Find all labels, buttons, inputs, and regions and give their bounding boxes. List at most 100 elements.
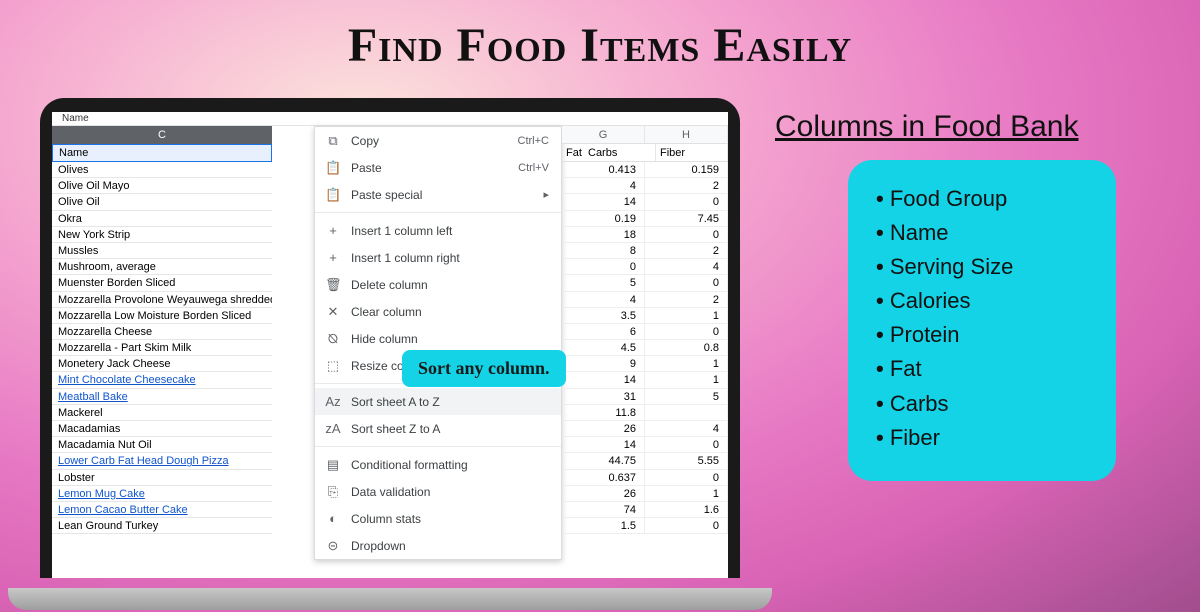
column-name-header[interactable]: Name xyxy=(52,144,272,162)
col-letter[interactable]: G xyxy=(562,126,645,143)
food-cell[interactable]: Lobster xyxy=(52,470,272,486)
numeric-row[interactable]: 4.50.8 xyxy=(562,340,728,356)
col-letter[interactable]: H xyxy=(645,126,728,143)
columns-card: Food GroupNameServing SizeCaloriesProtei… xyxy=(848,160,1116,481)
numeric-cell: 4 xyxy=(645,259,728,274)
numeric-row[interactable]: 741.6 xyxy=(562,502,728,518)
food-cell[interactable]: Lemon Mug Cake xyxy=(52,486,272,502)
numeric-cell: 4 xyxy=(645,421,728,436)
column-item: Fat xyxy=(876,352,1092,386)
numeric-row[interactable]: 91 xyxy=(562,356,728,372)
menu-item[interactable]: +Insert 1 column left xyxy=(315,217,561,244)
numeric-cell: 0 xyxy=(645,227,728,242)
food-cell[interactable]: Mozzarella - Part Skim Milk xyxy=(52,340,272,356)
sort-callout-bubble: Sort any column. xyxy=(402,350,566,387)
numeric-row[interactable]: 44.755.55 xyxy=(562,453,728,469)
menu-icon: 📋 xyxy=(325,187,341,203)
food-cell[interactable]: Olives xyxy=(52,162,272,178)
numeric-cell: 0 xyxy=(645,194,728,209)
menu-item[interactable]: ▤Conditional formatting xyxy=(315,451,561,478)
food-cell[interactable]: Okra xyxy=(52,211,272,227)
numeric-row[interactable]: 11.8 xyxy=(562,405,728,421)
menu-item[interactable]: ⦰Hide column xyxy=(315,325,561,352)
food-cell[interactable]: Olive Oil xyxy=(52,194,272,210)
food-cell[interactable]: Olive Oil Mayo xyxy=(52,178,272,194)
food-cell[interactable]: New York Strip xyxy=(52,227,272,243)
column-header-selected[interactable]: C xyxy=(52,126,272,144)
menu-item[interactable]: ◐Column stats xyxy=(315,505,561,532)
numeric-row[interactable]: 0.197.45 xyxy=(562,211,728,227)
context-menu: ⧉CopyCtrl+C📋PasteCtrl+V📋Paste special▸ +I… xyxy=(314,126,562,560)
laptop-mockup: Name C Name OlivesOlive Oil MayoOlive Oi… xyxy=(40,98,740,588)
numeric-row[interactable]: 0.6370 xyxy=(562,470,728,486)
numeric-cell: 6 xyxy=(562,324,645,339)
numeric-row[interactable]: 140 xyxy=(562,437,728,453)
numeric-row[interactable]: 180 xyxy=(562,227,728,243)
numeric-cell: 14 xyxy=(562,437,645,452)
column-item: Calories xyxy=(876,284,1092,318)
food-cell[interactable]: Mozzarella Low Moisture Borden Sliced xyxy=(52,308,272,324)
numeric-cell: 74 xyxy=(562,502,645,517)
numeric-cell: 0 xyxy=(645,518,728,533)
numeric-row[interactable]: 42 xyxy=(562,292,728,308)
food-cell[interactable]: Muenster Borden Sliced xyxy=(52,275,272,291)
numeric-row[interactable]: 140 xyxy=(562,194,728,210)
laptop-screen: Name C Name OlivesOlive Oil MayoOlive Oi… xyxy=(52,112,728,578)
menu-item[interactable]: ⊝Dropdown xyxy=(315,532,561,559)
menu-item[interactable]: ⎘Data validation xyxy=(315,478,561,505)
numeric-row[interactable]: 04 xyxy=(562,259,728,275)
food-cell[interactable]: Meatball Bake xyxy=(52,389,272,405)
numeric-cell: 18 xyxy=(562,227,645,242)
numeric-row[interactable]: 60 xyxy=(562,324,728,340)
food-cell[interactable]: Mint Chocolate Cheesecake xyxy=(52,372,272,388)
numeric-cell: 1.6 xyxy=(645,502,728,517)
numeric-cell xyxy=(645,405,728,420)
menu-item[interactable]: 📋PasteCtrl+V xyxy=(315,154,561,181)
numeric-row[interactable]: 315 xyxy=(562,389,728,405)
menu-item[interactable]: ᴢASort sheet Z to A xyxy=(315,415,561,442)
numeric-row[interactable]: 261 xyxy=(562,486,728,502)
menu-icon: ⬚ xyxy=(325,358,341,374)
numeric-cell: 0 xyxy=(562,259,645,274)
menu-item[interactable]: ⧉CopyCtrl+C xyxy=(315,127,561,154)
numeric-cell: 1 xyxy=(645,308,728,323)
food-cell[interactable]: Monetery Jack Cheese xyxy=(52,356,272,372)
numeric-cell: 7.45 xyxy=(645,211,728,226)
food-cell[interactable]: Mozzarella Provolone Weyauwega shredded xyxy=(52,292,272,308)
numeric-row[interactable]: 82 xyxy=(562,243,728,259)
numeric-col-labels: FatCarbsFiber xyxy=(562,144,728,162)
food-cell[interactable]: Mackerel xyxy=(52,405,272,421)
food-cell[interactable]: Mushroom, average xyxy=(52,259,272,275)
menu-item[interactable]: 📋Paste special▸ xyxy=(315,181,561,208)
food-cell[interactable]: Lower Carb Fat Head Dough Pizza xyxy=(52,453,272,469)
numeric-row[interactable]: 42 xyxy=(562,178,728,194)
numeric-cell: 11.8 xyxy=(562,405,645,420)
menu-label: Clear column xyxy=(351,305,549,319)
menu-item[interactable]: 🗑Delete column xyxy=(315,271,561,298)
food-cell[interactable]: Macadamia Nut Oil xyxy=(52,437,272,453)
numeric-row[interactable]: 264 xyxy=(562,421,728,437)
numeric-row[interactable]: 3.51 xyxy=(562,308,728,324)
numeric-cell: 3.5 xyxy=(562,308,645,323)
numeric-cell: 4 xyxy=(562,178,645,193)
numeric-cell: 0.159 xyxy=(645,162,728,177)
menu-item[interactable]: ✕Clear column xyxy=(315,298,561,325)
food-cell[interactable]: Macadamias xyxy=(52,421,272,437)
numeric-cell: 4.5 xyxy=(562,340,645,355)
menu-separator xyxy=(315,446,561,447)
numeric-row[interactable]: 141 xyxy=(562,372,728,388)
numeric-row[interactable]: 1.50 xyxy=(562,518,728,534)
food-cell[interactable]: Mussles xyxy=(52,243,272,259)
food-cell[interactable]: Lean Ground Turkey xyxy=(52,518,272,534)
food-cell[interactable]: Lemon Cacao Butter Cake xyxy=(52,502,272,518)
numeric-row[interactable]: 0.4130.159 xyxy=(562,162,728,178)
numeric-cell: 0 xyxy=(645,275,728,290)
food-cell[interactable]: Mozzarella Cheese xyxy=(52,324,272,340)
menu-item[interactable]: +Insert 1 column right xyxy=(315,244,561,271)
menu-label: Dropdown xyxy=(351,539,549,553)
menu-label: Insert 1 column right xyxy=(351,251,549,265)
menu-item[interactable]: AᴢSort sheet A to Z xyxy=(315,388,561,415)
menu-icon: ᴢA xyxy=(325,421,341,436)
numeric-row[interactable]: 50 xyxy=(562,275,728,291)
column-item: Protein xyxy=(876,318,1092,352)
